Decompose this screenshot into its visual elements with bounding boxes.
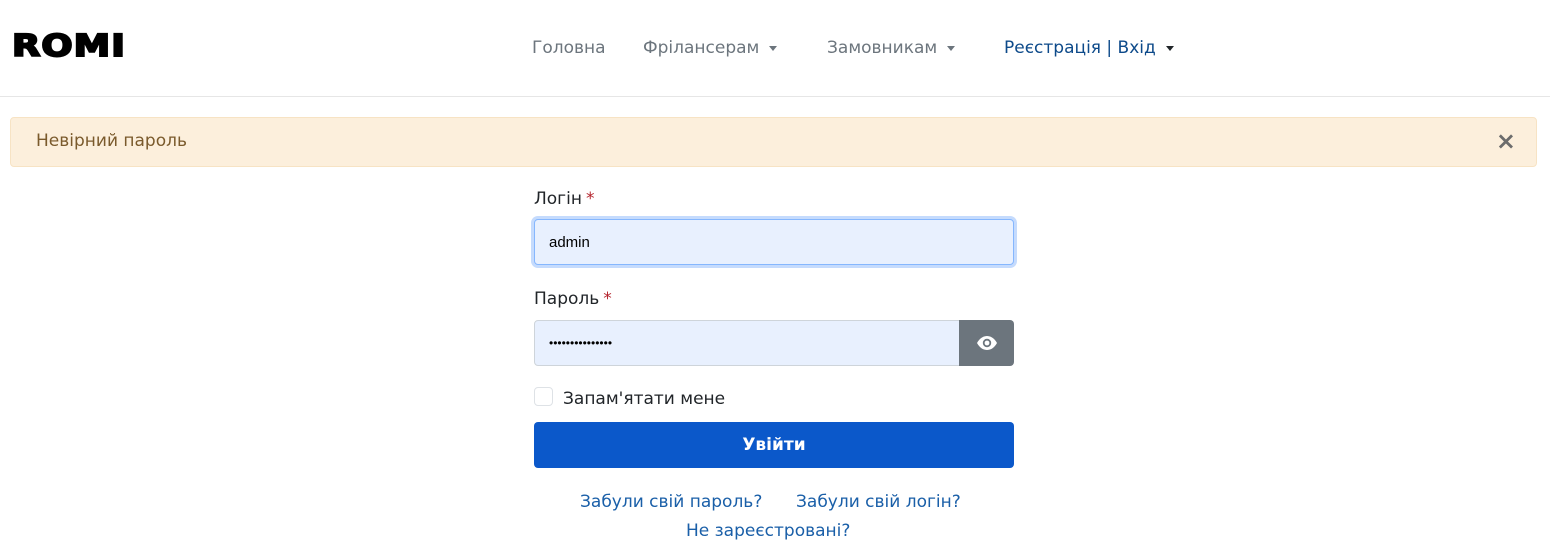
nav-home-label: Головна xyxy=(532,38,606,58)
password-label-text: Пароль xyxy=(534,289,600,309)
chevron-down-icon xyxy=(1165,45,1174,51)
close-icon[interactable]: × xyxy=(1496,126,1516,156)
error-alert: Невірний пароль × xyxy=(10,117,1537,167)
nav-register-login-dropdown[interactable]: Реєстрація | Вхід xyxy=(1004,38,1174,58)
alert-message: Невірний пароль xyxy=(36,131,187,151)
password-input-value: ••••••••••••••• xyxy=(549,336,613,350)
chevron-down-icon xyxy=(769,45,778,51)
nav-customers-dropdown[interactable]: Замовникам xyxy=(827,38,956,58)
login-submit-button[interactable]: Увійти xyxy=(534,422,1014,468)
password-label: Пароль * xyxy=(534,289,612,309)
main-nav: Головна Фрілансерам Замовникам Реєстраці… xyxy=(0,36,1550,60)
remember-me-label[interactable]: Запам'ятати мене xyxy=(563,389,725,409)
password-input[interactable]: ••••••••••••••• xyxy=(534,320,960,366)
login-label-text: Логін xyxy=(534,189,582,209)
forgot-password-link[interactable]: Забули свій пароль? xyxy=(580,492,762,512)
nav-freelancers-dropdown[interactable]: Фрілансерам xyxy=(643,38,778,58)
required-marker: * xyxy=(585,189,595,209)
toggle-password-button[interactable] xyxy=(959,320,1014,366)
login-input-value: admin xyxy=(549,233,590,251)
eye-icon xyxy=(976,336,997,350)
nav-home[interactable]: Головна xyxy=(532,38,606,58)
chevron-down-icon xyxy=(947,45,956,51)
login-label: Логін * xyxy=(534,189,594,209)
nav-register-login-label: Реєстрація | Вхід xyxy=(1004,38,1156,58)
remember-me-checkbox[interactable] xyxy=(534,387,553,406)
not-registered-link[interactable]: Не зареєстровані? xyxy=(686,521,850,541)
login-input[interactable]: admin xyxy=(534,219,1014,265)
nav-freelancers-label: Фрілансерам xyxy=(643,38,760,58)
nav-customers-label: Замовникам xyxy=(827,38,938,58)
required-marker: * xyxy=(603,289,612,309)
forgot-login-link[interactable]: Забули свій логін? xyxy=(796,492,961,512)
navbar: ROMI Головна Фрілансерам Замовникам Реєс… xyxy=(0,0,1550,97)
